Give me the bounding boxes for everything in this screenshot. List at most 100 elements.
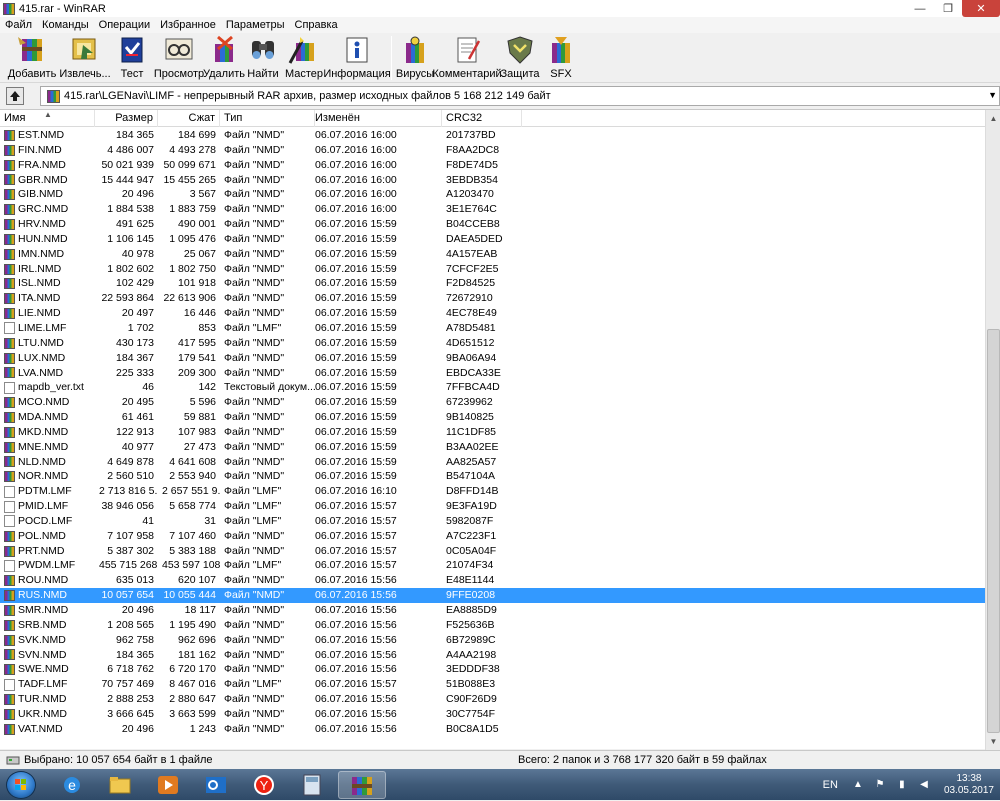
add-button[interactable]: Добавить xyxy=(4,33,60,81)
maximize-button[interactable]: ❐ xyxy=(934,0,962,17)
delete-button[interactable]: Удалить xyxy=(203,33,245,81)
file-row[interactable]: ROU.NMD 635 013 620 107 Файл "NMD" 06.07.201… xyxy=(0,573,985,588)
test-button[interactable]: Тест xyxy=(110,33,154,81)
file-row[interactable]: mapdb_ver.txt 46 142 Текстовый докум... 06.0… xyxy=(0,380,985,395)
file-name-cell: SVN.NMD xyxy=(0,648,95,663)
taskbar-explorer[interactable] xyxy=(98,771,142,799)
file-row[interactable]: MCO.NMD 20 495 5 596 Файл "NMD" 06.07.2016 1… xyxy=(0,395,985,410)
taskbar-winrar[interactable] xyxy=(338,771,386,799)
scroll-down-icon[interactable]: ▼ xyxy=(986,733,1000,750)
taskbar-ie[interactable]: e xyxy=(50,771,94,799)
archive-path-field[interactable]: 415.rar\LGENavi\LIMF - непрерывный RAR а… xyxy=(40,86,1000,106)
file-row[interactable]: LIME.LMF 1 702 853 Файл "LMF" 06.07.2016 15:… xyxy=(0,321,985,336)
file-row[interactable]: LVA.NMD 225 333 209 300 Файл "NMD" 06.07.201… xyxy=(0,366,985,381)
file-row[interactable]: LIE.NMD 20 497 16 446 Файл "NMD" 06.07.2016 … xyxy=(0,306,985,321)
menu-options[interactable]: Параметры xyxy=(221,17,290,33)
file-row[interactable]: VAT.NMD 20 496 1 243 Файл "NMD" 06.07.2016 1… xyxy=(0,722,985,737)
scrollbar-thumb[interactable] xyxy=(987,329,1000,733)
file-row[interactable]: POL.NMD 7 107 958 7 107 460 Файл "NMD" 06.07… xyxy=(0,529,985,544)
file-row[interactable]: GIB.NMD 20 496 3 567 Файл "NMD" 06.07.2016 1… xyxy=(0,187,985,202)
file-row[interactable]: FIN.NMD 4 486 007 4 493 278 Файл "NMD" 06.07… xyxy=(0,143,985,158)
file-size-cell: 184 365 xyxy=(116,648,154,661)
path-dropdown-icon[interactable]: ▼ xyxy=(988,90,997,100)
file-row[interactable]: SMR.NMD 20 496 18 117 Файл "NMD" 06.07.2016 … xyxy=(0,603,985,618)
file-row[interactable]: PMID.LMF 38 946 056 5 658 774 Файл "LMF" 06.… xyxy=(0,499,985,514)
file-size-cell: 10 057 654 xyxy=(101,589,154,602)
file-row[interactable]: IMN.NMD 40 978 25 067 Файл "NMD" 06.07.2016 … xyxy=(0,247,985,262)
file-row[interactable]: EST.NMD 184 365 184 699 Файл "NMD" 06.07.201… xyxy=(0,128,985,143)
file-row[interactable]: ITA.NMD 22 593 864 22 613 906 Файл "NMD" 06.… xyxy=(0,291,985,306)
nmd-file-icon xyxy=(4,664,15,676)
file-row[interactable]: TADF.LMF 70 757 469 8 467 016 Файл "LMF" 06.… xyxy=(0,677,985,692)
file-name-cell: VAT.NMD xyxy=(0,722,95,737)
virus-scan-button[interactable]: Вирусы xyxy=(395,33,435,81)
file-type-cell: Файл "NMD" xyxy=(224,440,285,453)
column-name[interactable]: Имя ▲ xyxy=(0,110,95,127)
scroll-up-icon[interactable]: ▲ xyxy=(986,110,1000,127)
menu-operations[interactable]: Операции xyxy=(94,17,155,33)
file-row[interactable]: TUR.NMD 2 888 253 2 880 647 Файл "NMD" 06.07… xyxy=(0,692,985,707)
title-bar[interactable]: 415.rar - WinRAR — ❐ ✕ xyxy=(0,0,1000,17)
close-button[interactable]: ✕ xyxy=(962,0,1000,17)
file-list[interactable]: Имя ▲ Размер Сжат Тип Изменён CRC32 EST.N… xyxy=(0,109,1000,750)
file-row[interactable]: SVK.NMD 962 758 962 696 Файл "NMD" 06.07.201… xyxy=(0,633,985,648)
show-hidden-icons-icon[interactable]: ▲ xyxy=(852,779,864,791)
vertical-scrollbar[interactable]: ▲ ▼ xyxy=(985,110,1000,750)
file-row[interactable]: UKR.NMD 3 666 645 3 663 599 Файл "NMD" 06.07… xyxy=(0,707,985,722)
language-indicator[interactable]: EN xyxy=(823,779,838,791)
taskbar-yandex[interactable]: Y xyxy=(242,771,286,799)
file-row[interactable]: NLD.NMD 4 649 878 4 641 608 Файл "NMD" 06.07… xyxy=(0,455,985,470)
file-row[interactable]: PRT.NMD 5 387 302 5 383 188 Файл "NMD" 06.07… xyxy=(0,544,985,559)
volume-icon[interactable]: ◀ xyxy=(918,779,930,791)
wizard-button[interactable]: Мастер xyxy=(282,33,326,81)
column-modified[interactable]: Изменён xyxy=(315,110,442,127)
file-row[interactable]: LUX.NMD 184 367 179 541 Файл "NMD" 06.07.201… xyxy=(0,351,985,366)
file-row[interactable]: GRC.NMD 1 884 538 1 883 759 Файл "NMD" 06.07… xyxy=(0,202,985,217)
extract-button[interactable]: Извлечь... xyxy=(59,33,111,81)
minimize-button[interactable]: — xyxy=(906,0,934,17)
column-size[interactable]: Размер xyxy=(95,110,158,127)
file-row[interactable]: SWE.NMD 6 718 762 6 720 170 Файл "NMD" 06.07… xyxy=(0,662,985,677)
network-icon[interactable]: ▮ xyxy=(896,779,908,791)
find-button[interactable]: Найти xyxy=(244,33,282,81)
menu-help[interactable]: Справка xyxy=(290,17,343,33)
file-row[interactable]: NOR.NMD 2 560 510 2 553 940 Файл "NMD" 06.07… xyxy=(0,469,985,484)
file-row[interactable]: HRV.NMD 491 625 490 001 Файл "NMD" 06.07.201… xyxy=(0,217,985,232)
file-packed-size-cell: 16 446 xyxy=(183,307,216,320)
file-row[interactable]: FRA.NMD 50 021 939 50 099 671 Файл "NMD" 06.… xyxy=(0,158,985,173)
menu-file[interactable]: Файл xyxy=(0,17,37,33)
protect-button[interactable]: Защита xyxy=(499,33,541,81)
up-folder-button[interactable] xyxy=(6,87,24,105)
file-row[interactable]: GBR.NMD 15 444 947 15 455 265 Файл "NMD" 06.… xyxy=(0,173,985,188)
comment-button[interactable]: Комментарий xyxy=(432,33,502,81)
file-row[interactable]: PDTM.LMF 2 713 816 5... 2 657 551 9... Файл… xyxy=(0,484,985,499)
file-row[interactable]: PWDM.LMF 455 715 268 453 597 108 Файл "LMF"… xyxy=(0,558,985,573)
file-packed-size-cell: 4 641 608 xyxy=(169,455,216,468)
file-row[interactable]: HUN.NMD 1 106 145 1 095 476 Файл "NMD" 06.07… xyxy=(0,232,985,247)
file-name-cell: LTU.NMD xyxy=(0,336,95,351)
file-row[interactable]: LTU.NMD 430 173 417 595 Файл "NMD" 06.07.201… xyxy=(0,336,985,351)
file-row[interactable]: MNE.NMD 40 977 27 473 Файл "NMD" 06.07.2016 … xyxy=(0,440,985,455)
column-crc[interactable]: CRC32 xyxy=(442,110,522,127)
column-type[interactable]: Тип xyxy=(220,110,315,127)
column-packed[interactable]: Сжат xyxy=(158,110,220,127)
taskbar-calculator[interactable] xyxy=(290,771,334,799)
flag-icon[interactable]: ⚑ xyxy=(874,779,886,791)
taskbar-media-player[interactable] xyxy=(146,771,190,799)
file-row[interactable]: SVN.NMD 184 365 181 162 Файл "NMD" 06.07.201… xyxy=(0,648,985,663)
file-row[interactable]: POCD.LMF 41 31 Файл "LMF" 06.07.2016 15:57 59… xyxy=(0,514,985,529)
file-row[interactable]: ISL.NMD 102 429 101 918 Файл "NMD" 06.07.201… xyxy=(0,276,985,291)
file-row[interactable]: IRL.NMD 1 802 602 1 802 750 Файл "NMD" 06.07… xyxy=(0,262,985,277)
taskbar-outlook[interactable] xyxy=(194,771,238,799)
file-row[interactable]: MDA.NMD 61 461 59 881 Файл "NMD" 06.07.2016 … xyxy=(0,410,985,425)
clock[interactable]: 13:38 03.05.2017 xyxy=(944,773,994,797)
file-row[interactable]: RUS.NMD 10 057 654 10 055 444 Файл "NMD" 06.… xyxy=(0,588,985,603)
file-row[interactable]: SRB.NMD 1 208 565 1 195 490 Файл "NMD" 06.07… xyxy=(0,618,985,633)
sfx-button[interactable]: SFX xyxy=(541,33,581,81)
menu-commands[interactable]: Команды xyxy=(37,17,94,33)
file-row[interactable]: MKD.NMD 122 913 107 983 Файл "NMD" 06.07.201… xyxy=(0,425,985,440)
menu-favorites[interactable]: Избранное xyxy=(155,17,221,33)
start-button[interactable] xyxy=(6,771,36,799)
info-button[interactable]: Информация xyxy=(323,33,391,81)
view-button[interactable]: Просмотр xyxy=(154,33,204,81)
